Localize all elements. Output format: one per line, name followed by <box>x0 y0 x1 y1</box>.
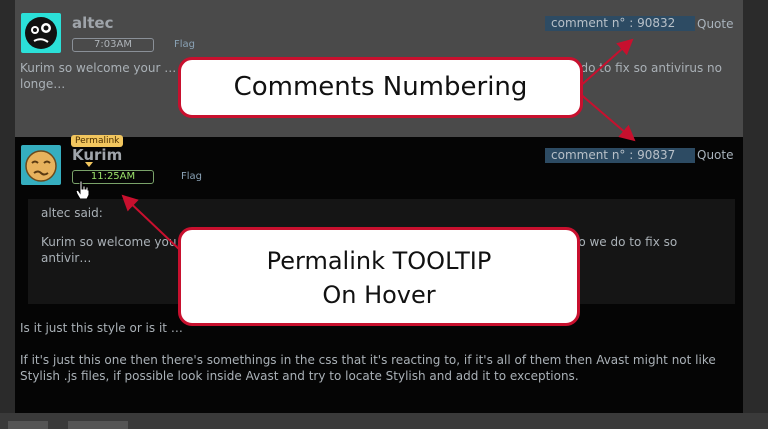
callout-line-1: Permalink TOOLTIP <box>266 247 492 275</box>
callout-comments-numbering: Comments Numbering <box>178 57 583 118</box>
callout-permalink-tooltip: Permalink TOOLTIP On Hover <box>178 227 580 326</box>
screenshot: altec 7:03AM Flag comment n° : 90832 Quo… <box>0 0 768 429</box>
callout-line-2: On Hover <box>322 281 436 309</box>
